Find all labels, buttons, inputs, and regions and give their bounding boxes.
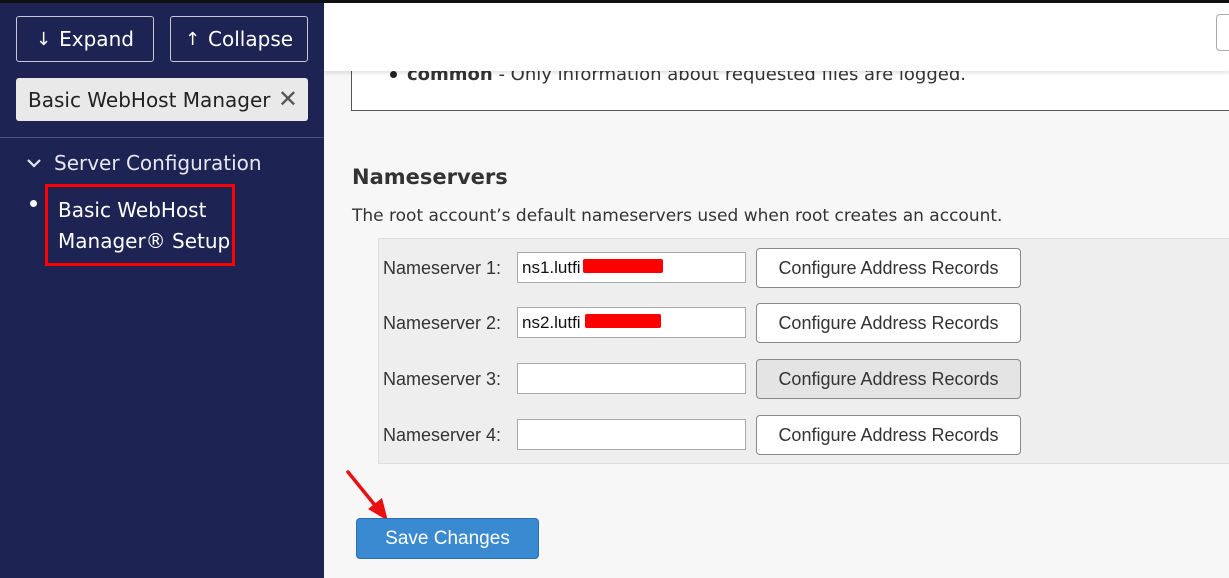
collapse-button[interactable]: ↑ Collapse	[170, 16, 308, 62]
top-bar	[324, 3, 1229, 71]
nameserver-row-2: Nameserver 2: Configure Address Records	[379, 303, 1229, 343]
redaction-mark	[583, 259, 663, 273]
configure-address-records-button[interactable]: Configure Address Records	[756, 415, 1021, 455]
configure-address-records-button[interactable]: Configure Address Records	[756, 248, 1021, 288]
sidebar-divider	[0, 137, 324, 138]
section-description: The root account’s default nameservers u…	[352, 206, 1003, 226]
close-icon[interactable]: ✕	[278, 85, 298, 113]
expand-button[interactable]: ↓ Expand	[16, 16, 154, 62]
top-bar-control[interactable]	[1216, 14, 1229, 51]
redaction-mark	[585, 314, 661, 328]
nameserver-4-input[interactable]	[517, 419, 746, 450]
sidebar-item-label-line1: Basic WebHost	[58, 198, 207, 222]
expand-label: Expand	[59, 27, 134, 51]
arrow-down-icon: ↓	[36, 28, 52, 50]
search-input[interactable]	[28, 87, 273, 112]
nameservers-panel: Nameserver 1: Configure Address Records …	[378, 238, 1229, 464]
nameserver-row-3: Nameserver 3: Configure Address Records	[379, 359, 1229, 399]
list-bullet	[30, 200, 37, 207]
configure-address-records-button[interactable]: Configure Address Records	[756, 303, 1021, 343]
save-changes-button[interactable]: Save Changes	[356, 518, 539, 559]
top-border	[0, 0, 1229, 3]
arrow-up-icon: ↑	[184, 28, 201, 50]
collapse-label: Collapse	[208, 27, 294, 51]
sidebar-item-basic-webhost-manager-setup[interactable]: Basic WebHost Manager® Setup	[45, 184, 235, 266]
main-content: common - Only information about requeste…	[324, 3, 1229, 578]
sidebar-section-server-configuration[interactable]: Server Configuration	[26, 151, 262, 175]
nameserver-label: Nameserver 4:	[383, 425, 502, 445]
nameserver-label: Nameserver 3:	[383, 369, 502, 389]
configure-address-records-button[interactable]: Configure Address Records	[756, 359, 1021, 399]
nameserver-row-4: Nameserver 4: Configure Address Records	[379, 415, 1229, 455]
list-bullet	[390, 71, 397, 78]
nameserver-row-1: Nameserver 1: Configure Address Records	[379, 248, 1229, 288]
section-label: Server Configuration	[54, 151, 262, 175]
chevron-down-icon	[27, 159, 41, 168]
section-title: Nameservers	[352, 165, 508, 189]
nameserver-label: Nameserver 2:	[383, 313, 502, 333]
annotation-arrow-icon	[346, 470, 388, 521]
sidebar: ↓ Expand ↑ Collapse ✕ Server Configurati…	[0, 3, 324, 578]
nameserver-label: Nameserver 1:	[383, 258, 502, 278]
sidebar-item-label-line2: Manager® Setup	[58, 229, 231, 253]
nameserver-3-input[interactable]	[517, 363, 746, 394]
sidebar-search: ✕	[16, 78, 308, 121]
